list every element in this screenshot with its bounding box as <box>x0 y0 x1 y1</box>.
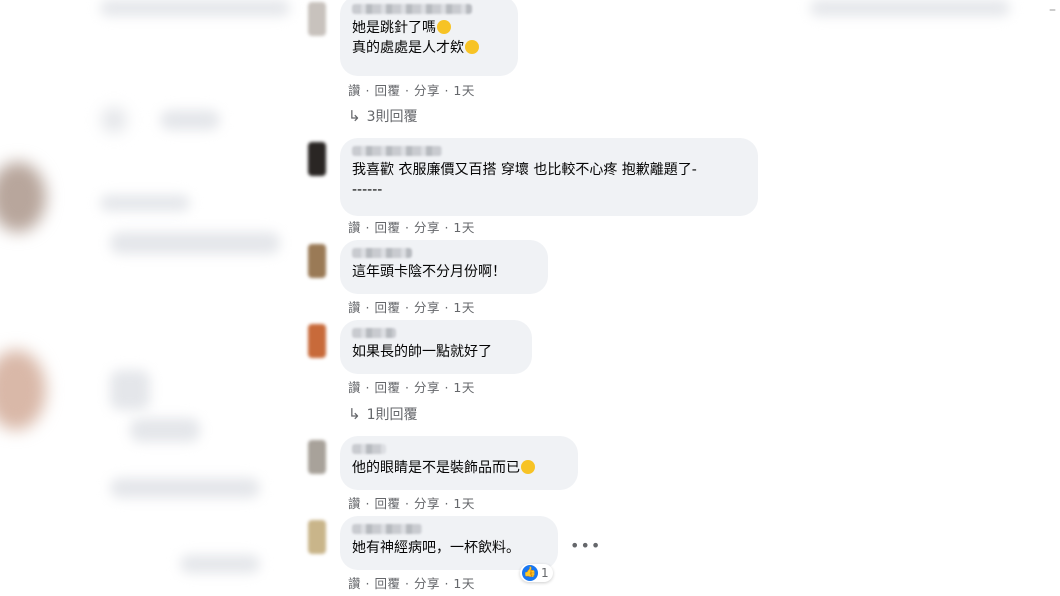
avatar[interactable] <box>308 520 326 554</box>
grin-emoji <box>465 40 479 54</box>
timestamp[interactable]: 1天 <box>453 380 474 395</box>
comment-bubble: 我喜歡 衣服廉價又百搭 穿壞 也比較不心疼 抱歉離題了- ------ <box>340 138 758 216</box>
separator: · <box>365 496 370 511</box>
replies-count: 1則回覆 <box>366 407 418 423</box>
comment-bubble: 這年頭卡陰不分月份啊！ <box>340 240 548 294</box>
reply-arrow-icon: ↳ <box>348 107 361 125</box>
comment-text: 他的眼睛是不是裝飾品而已 <box>352 458 566 478</box>
separator: · <box>444 576 449 591</box>
share-link[interactable]: 分享 <box>414 300 440 315</box>
comment-text-line-2: ------ <box>352 182 383 198</box>
avatar[interactable] <box>308 142 326 176</box>
window-minimize-mark: – <box>1049 2 1056 18</box>
reply-link[interactable]: 回覆 <box>374 380 400 395</box>
separator: · <box>365 83 370 98</box>
comment-text: 我喜歡 衣服廉價又百搭 穿壞 也比較不心疼 抱歉離題了- <box>352 162 697 178</box>
view-replies-link[interactable]: ↳ 1則回覆 <box>348 404 418 424</box>
separator: · <box>404 220 410 235</box>
reply-link[interactable]: 回覆 <box>374 496 400 511</box>
separator: · <box>365 300 370 315</box>
like-link[interactable]: 讚 <box>348 380 361 395</box>
separator: · <box>404 496 410 511</box>
like-link[interactable]: 讚 <box>348 496 361 511</box>
separator: · <box>444 380 449 395</box>
timestamp[interactable]: 1天 <box>453 496 474 511</box>
reply-link[interactable]: 回覆 <box>374 576 400 591</box>
timestamp[interactable]: 1天 <box>453 83 474 98</box>
comment-text: 她是跳針了嗎 <box>352 18 506 38</box>
timestamp[interactable]: 1天 <box>453 576 474 591</box>
comment-actions: 讚 · 回覆 · 分享 · 1天 <box>348 573 475 592</box>
separator: · <box>444 300 449 315</box>
comment-actions: 讚 · 回覆 · 分享 · 1天 <box>348 217 475 236</box>
comment-text: 她有神經病吧，一杯飲料。 <box>352 540 520 556</box>
like-link[interactable]: 讚 <box>348 300 361 315</box>
separator: · <box>365 380 370 395</box>
comment-actions: 讚 · 回覆 · 分享 · 1天 <box>348 80 475 99</box>
timestamp[interactable]: 1天 <box>453 220 474 235</box>
comment-bubble: 他的眼睛是不是裝飾品而已 <box>340 436 578 490</box>
separator: · <box>404 83 410 98</box>
like-link[interactable]: 讚 <box>348 83 361 98</box>
blurred-username[interactable] <box>352 146 442 156</box>
comment-actions: 讚 · 回覆 · 分享 · 1天 <box>348 493 475 512</box>
blurred-username[interactable] <box>352 524 422 534</box>
avatar[interactable] <box>308 440 326 474</box>
comment-text: 這年頭卡陰不分月份啊！ <box>352 264 506 280</box>
comment-actions: 讚 · 回覆 · 分享 · 1天 <box>348 377 475 396</box>
rofl-emoji <box>437 20 451 34</box>
like-link[interactable]: 讚 <box>348 576 361 591</box>
separator: · <box>365 576 370 591</box>
replies-count: 3則回覆 <box>366 109 418 125</box>
separator: · <box>404 380 410 395</box>
blurred-username[interactable] <box>352 248 412 258</box>
reply-link[interactable]: 回覆 <box>374 300 400 315</box>
separator: · <box>404 576 410 591</box>
comment-actions: 讚 · 回覆 · 分享 · 1天 <box>348 297 475 316</box>
comment-bubble: 她是跳針了嗎 真的處處是人才欸 <box>340 0 518 76</box>
view-replies-link[interactable]: ↳ 3則回覆 <box>348 106 418 126</box>
separator: · <box>444 496 449 511</box>
share-link[interactable]: 分享 <box>414 83 440 98</box>
like-link[interactable]: 讚 <box>348 220 361 235</box>
separator: · <box>444 83 449 98</box>
upside-down-emoji <box>521 460 535 474</box>
reply-link[interactable]: 回覆 <box>374 83 400 98</box>
like-reaction-icon: 👍 <box>522 565 538 581</box>
avatar[interactable] <box>308 244 326 278</box>
comment-text: 如果長的帥一點就好了 <box>352 344 492 360</box>
reply-link[interactable]: 回覆 <box>374 220 400 235</box>
timestamp[interactable]: 1天 <box>453 300 474 315</box>
separator: · <box>365 220 370 235</box>
comment-bubble: 她有神經病吧，一杯飲料。 <box>340 516 558 570</box>
avatar[interactable] <box>308 2 326 36</box>
blurred-username[interactable] <box>352 444 386 454</box>
reaction-count: 1 <box>541 566 549 580</box>
avatar[interactable] <box>308 324 326 358</box>
blurred-username[interactable] <box>352 328 396 338</box>
reply-arrow-icon: ↳ <box>348 405 361 423</box>
separator: · <box>444 220 449 235</box>
comment-text-line-2: 真的處處是人才欸 <box>352 38 506 58</box>
reaction-count-badge[interactable]: 👍 1 <box>520 564 553 582</box>
more-options-icon[interactable]: ••• <box>570 536 601 555</box>
share-link[interactable]: 分享 <box>414 496 440 511</box>
comment-bubble: 如果長的帥一點就好了 <box>340 320 532 374</box>
separator: · <box>404 300 410 315</box>
share-link[interactable]: 分享 <box>414 576 440 591</box>
share-link[interactable]: 分享 <box>414 220 440 235</box>
share-link[interactable]: 分享 <box>414 380 440 395</box>
blurred-username[interactable] <box>352 4 472 14</box>
